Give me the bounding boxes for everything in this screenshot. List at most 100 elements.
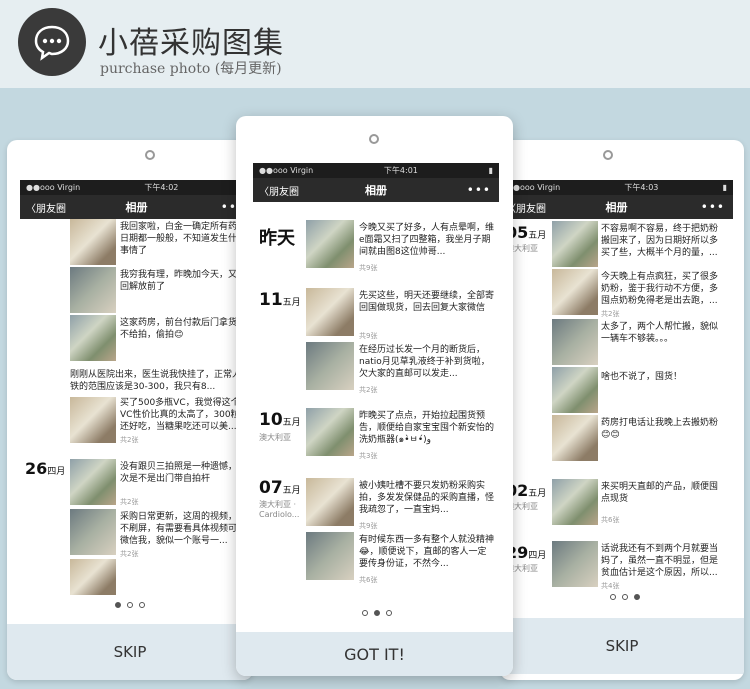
date-day: 10 <box>259 410 283 430</box>
photo-thumbnail[interactable] <box>306 532 354 580</box>
post-text[interactable]: 被小姨吐槽不要只发奶粉采购实拍，多发发保健品的采购直播，怪我疏忽了，一直宝妈..… <box>359 480 494 518</box>
date-month: 五月 <box>282 418 301 428</box>
camera-icon <box>369 134 379 144</box>
page-dot[interactable] <box>622 594 628 600</box>
camera-icon <box>603 150 613 160</box>
carrier-label: ●●ooo Virgin <box>259 166 314 175</box>
post-text[interactable]: 买了500多瓶VC，我觉得这个VC性价比真的太高了，300粒，还好吃，当糖果吃还… <box>120 397 250 435</box>
photo-count: 共2张 <box>359 386 378 394</box>
page-indicator <box>610 594 640 600</box>
post-text[interactable]: 话说我还有不到两个月就要当妈了，虽然一直不明显，但是贫血估计是这个原因，所以..… <box>601 543 726 581</box>
battery-icon: ▮ <box>722 183 727 192</box>
nav-title: 相册 <box>365 184 387 197</box>
photo-count: 共9张 <box>359 522 378 530</box>
post-text[interactable]: 今天晚上有点疯狂，买了很多奶粉，鉴于我行动不方便，多囤点奶粉免得老是出去跑，..… <box>601 271 726 309</box>
page-dot[interactable] <box>374 610 380 616</box>
post-date: 11五月 <box>259 290 301 310</box>
date-day: 07 <box>259 478 283 498</box>
photo-thumbnail[interactable] <box>306 408 354 456</box>
nav-bar: 〈朋友圈 相册 ••• <box>253 178 499 202</box>
page-dot[interactable] <box>115 602 121 608</box>
photo-count: 共9张 <box>359 264 378 272</box>
more-icon[interactable]: ••• <box>467 183 491 197</box>
photo-thumbnail[interactable] <box>70 315 116 361</box>
photo-thumbnail[interactable] <box>70 509 116 555</box>
page-dot[interactable] <box>386 610 392 616</box>
post-text[interactable]: 刚刚从医院出来，医生说我快挂了，正常人体铁的范围应该是30-300，我只有8..… <box>70 369 250 395</box>
post-text[interactable]: 来买明天直邮的产品，顺便囤点现货 <box>601 481 726 507</box>
photo-thumbnail[interactable] <box>306 220 354 268</box>
chat-bubble-icon <box>18 8 86 76</box>
date-day: 26 <box>25 459 48 478</box>
skip-button[interactable]: SKIP <box>500 618 744 674</box>
location-label: 澳大利亚 <box>259 433 291 442</box>
status-bar: ●●ooo Virgin 下午4:03 ▮ <box>500 180 733 195</box>
photo-thumbnail[interactable] <box>552 541 598 587</box>
photo-thumbnail[interactable] <box>306 288 354 336</box>
photo-thumbnail[interactable] <box>552 415 598 461</box>
photo-thumbnail[interactable] <box>70 559 116 595</box>
time-label: 下午4:03 <box>624 183 659 192</box>
date-month: 四月 <box>528 551 547 561</box>
battery-icon: ▮ <box>488 166 493 175</box>
photo-count: 共9张 <box>359 332 378 340</box>
post-text[interactable]: 不容易啊不容易，终于把奶粉搬回来了，因为日期好所以多买了些，大概半个月的量，..… <box>601 223 726 263</box>
photo-count: 共6张 <box>601 516 620 524</box>
status-bar: ●●ooo Virgin 下午4:01 ▮ <box>253 163 499 178</box>
photo-thumbnail[interactable] <box>552 221 598 267</box>
nav-title: 相册 <box>125 201 148 214</box>
post-text[interactable]: 昨晚买了点点，开始拉起围货预告，顺便给自家宝宝囤个新安怡的洗奶瓶器(๑•̀ㅂ•́… <box>359 410 494 448</box>
carrier-label: ●●ooo Virgin <box>506 183 561 192</box>
post-date: 昨天 <box>259 224 295 250</box>
post-text[interactable]: 我穷我有理，昨晚加今天，又穷回解放前了 <box>120 269 250 295</box>
post-text[interactable]: 采购日常更新，这周的视频，我不刷屏，有需要看具体视频可以微信我，貌似一个账号一.… <box>120 511 250 549</box>
page-title: 小蓓采购图集 <box>98 26 284 61</box>
left-phone-screen: ●●ooo Virgin 下午4:02 ▮ 〈朋友圈 相册 ••• 我回家啦，白… <box>20 180 253 620</box>
post-text[interactable]: 药房打电话让我晚上去搬奶粉😊😊 <box>601 417 726 443</box>
photo-thumbnail[interactable] <box>70 459 116 505</box>
right-phone-screen: ●●ooo Virgin 下午4:03 ▮ 〈朋友圈 相册 ••• 05五月 澳… <box>500 180 733 620</box>
post-text[interactable]: 没有跟贝三拍照是一种遗憾，下次是不是出门带自拍杆 <box>120 461 250 487</box>
photo-thumbnail[interactable] <box>70 397 116 443</box>
photo-thumbnail[interactable] <box>552 479 598 525</box>
photo-count: 共2张 <box>120 498 139 506</box>
header: 小蓓采购图集 purchase photo (每月更新) <box>0 0 750 88</box>
photo-thumbnail[interactable] <box>552 367 598 413</box>
page-dot[interactable] <box>139 602 145 608</box>
camera-icon <box>145 150 155 160</box>
nav-title: 相册 <box>605 201 628 214</box>
post-text[interactable]: 这家药房，前台付款后门拿货，不给拍，偷拍😊 <box>120 317 250 343</box>
page-dot[interactable] <box>610 594 616 600</box>
page-dot[interactable] <box>362 610 368 616</box>
post-text[interactable]: 啥也不说了，囤货！ <box>601 371 726 385</box>
photo-thumbnail[interactable] <box>306 478 354 526</box>
more-icon[interactable]: ••• <box>701 200 725 214</box>
page-indicator <box>362 610 392 616</box>
right-tutorial-card: ●●ooo Virgin 下午4:03 ▮ 〈朋友圈 相册 ••• 05五月 澳… <box>500 140 744 680</box>
photo-thumbnail[interactable] <box>70 219 116 265</box>
location-label: 澳大利亚 · Cardiolo... <box>259 500 300 519</box>
post-text[interactable]: 有时候东西一多有整个人就没精神😂，顺便说下，直邮的客人一定要传身份证，不然今..… <box>359 534 494 572</box>
photo-thumbnail[interactable] <box>70 267 116 313</box>
post-text[interactable]: 先买这些，明天还要继续，全部寄回国做现货，回去回复大家微信 <box>359 290 494 328</box>
photo-thumbnail[interactable] <box>552 319 598 365</box>
date-day: 11 <box>259 290 283 310</box>
post-text[interactable]: 在经历过长发一个月的断货后，natio月见草乳液终于补到货啦，欠大家的直邮可以发… <box>359 344 494 382</box>
post-text[interactable]: 太多了，两个人帮忙搬，貌似一辆车不够装。。。 <box>601 321 726 347</box>
photo-thumbnail[interactable] <box>552 269 598 315</box>
date-day: 昨天 <box>259 228 295 249</box>
center-phone-screen: ●●ooo Virgin 下午4:01 ▮ 〈朋友圈 相册 ••• 昨天 今晚又… <box>253 163 499 623</box>
photo-count: 共2张 <box>120 550 139 558</box>
page-dot[interactable] <box>127 602 133 608</box>
carrier-label: ●●ooo Virgin <box>26 183 81 192</box>
post-text[interactable]: 我回家啦，白金一确定所有药房日期都一般般，不知道发生什么事情了 <box>120 221 250 261</box>
photo-thumbnail[interactable] <box>306 342 354 390</box>
page-dot[interactable] <box>634 594 640 600</box>
date-month: 四月 <box>47 467 66 477</box>
date-month: 五月 <box>528 231 547 241</box>
got-it-button[interactable]: GOT IT! <box>236 632 513 676</box>
skip-button[interactable]: SKIP <box>7 624 253 680</box>
nav-bar: 〈朋友圈 相册 ••• <box>20 195 253 219</box>
post-text[interactable]: 今晚又买了好多，人有点晕啊，维e面霜又扫了四整箱，我坐月子期间就由图8这位帅哥.… <box>359 222 494 260</box>
time-label: 下午4:01 <box>383 166 418 175</box>
